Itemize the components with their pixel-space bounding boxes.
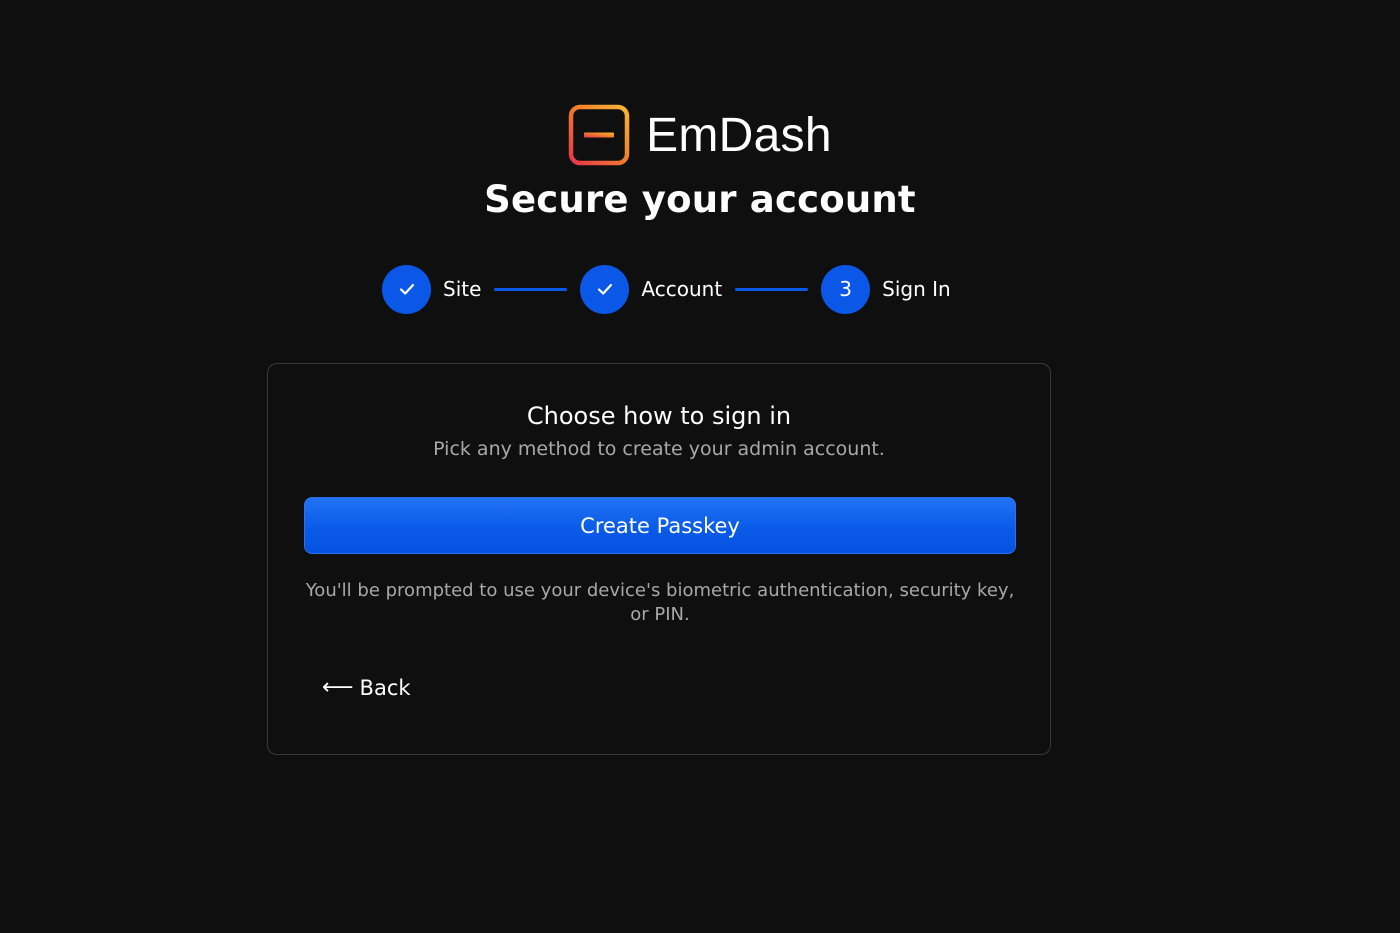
step-account-label: Account	[641, 277, 723, 301]
page-title: Secure your account	[484, 178, 916, 221]
step-sign-in-label: Sign In	[882, 277, 951, 301]
card-title: Choose how to sign in	[526, 402, 792, 430]
arrow-left-icon: ⟵	[322, 675, 354, 700]
step-account: Account	[580, 264, 723, 314]
back-button-label: Back	[359, 676, 411, 700]
back-button[interactable]: ⟵ Back	[322, 676, 411, 700]
brand-header: EmDash	[0, 104, 1400, 166]
step-sign-in-number: 3	[821, 264, 871, 314]
step-site: Site	[382, 264, 482, 314]
check-icon	[597, 283, 613, 295]
check-icon	[399, 283, 414, 295]
setup-page: EmDash Secure your account Site Account …	[0, 0, 1400, 933]
step-site-complete-indicator	[382, 264, 431, 314]
setup-stepper: Site Account 3 Sign In	[382, 264, 951, 314]
card-subtitle: Pick any method to create your admin acc…	[433, 438, 885, 460]
passkey-hint-text: You'll be prompted to use your device's …	[305, 580, 1015, 625]
step-connector	[735, 287, 809, 291]
create-passkey-button[interactable]: Create Passkey	[304, 497, 1016, 554]
emdash-logo-icon	[568, 104, 630, 166]
step-sign-in: 3 Sign In	[821, 264, 951, 314]
step-account-complete-indicator	[580, 264, 630, 314]
step-site-label: Site	[443, 277, 482, 301]
step-connector	[494, 287, 568, 291]
sign-in-method-card: Choose how to sign in Pick any method to…	[267, 363, 1051, 755]
brand-name: EmDash	[646, 108, 832, 162]
